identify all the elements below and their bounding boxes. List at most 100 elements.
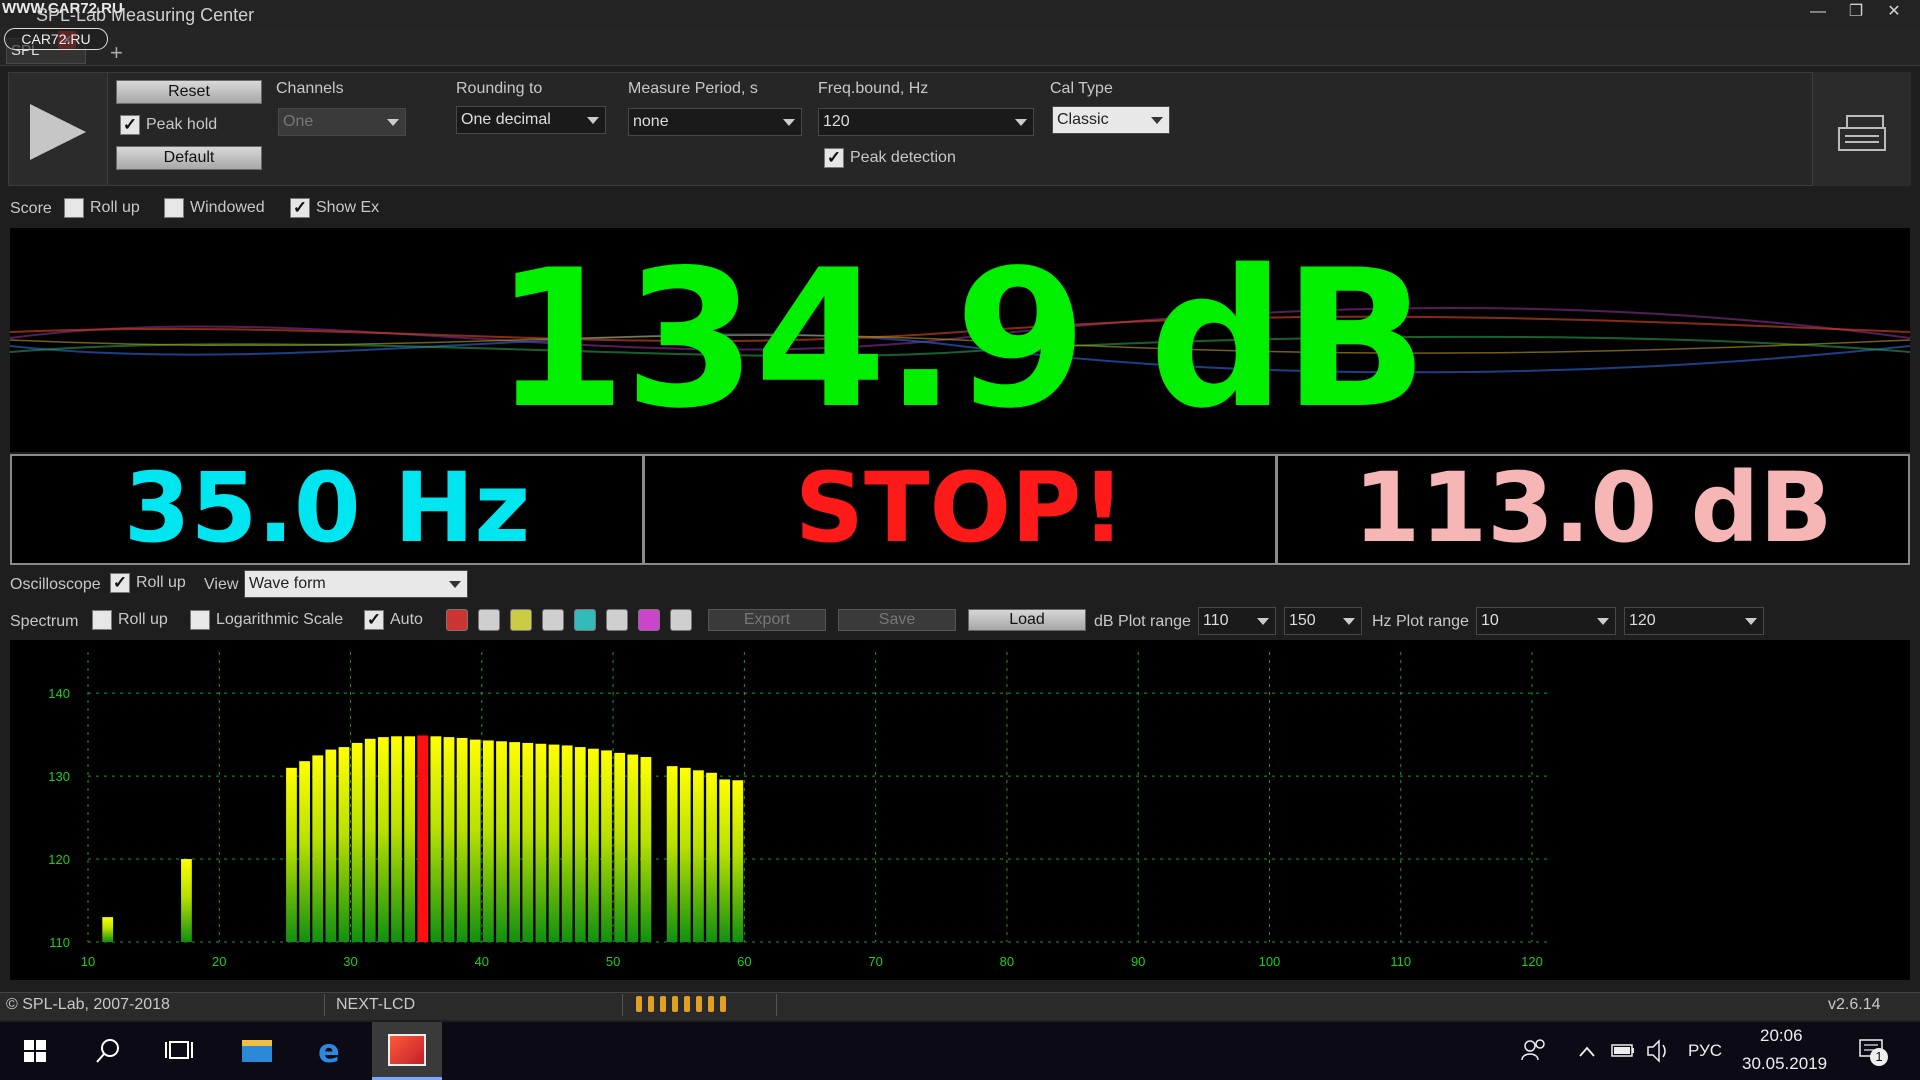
default-button[interactable]: Default [116, 146, 262, 170]
status-divider [622, 994, 623, 1016]
notification-badge: 1 [1870, 1048, 1888, 1066]
show-ex-checkbox[interactable]: ✓ [290, 198, 310, 218]
print-button[interactable] [1812, 72, 1911, 186]
chevron-down-icon [783, 119, 795, 126]
keyboard-language[interactable]: РУС [1688, 1022, 1722, 1080]
view-select[interactable]: Wave form [244, 570, 468, 598]
peak-detection-label: Peak detection [850, 149, 956, 166]
close-button[interactable]: ✕ [1876, 0, 1912, 24]
spectrum-label: Spectrum [10, 613, 79, 630]
level-led [636, 996, 642, 1012]
search-icon[interactable] [78, 1022, 136, 1080]
volume-icon[interactable] [1644, 1022, 1672, 1080]
window-title: SPL-Lab Measuring Center [36, 5, 255, 25]
clock-date[interactable]: 30.05.2019 [1742, 1054, 1827, 1074]
windows-start-icon[interactable] [6, 1022, 64, 1080]
spectrum-bar [286, 767, 297, 942]
log-scale-label: Logarithmic Scale [216, 611, 344, 628]
spectrum-bar [404, 736, 416, 942]
spectrum-bar [706, 772, 717, 942]
windowed-checkbox[interactable]: ✓ [164, 198, 184, 218]
printer-icon[interactable] [1813, 72, 1912, 186]
peak-hold-checkbox[interactable]: ✓ [120, 115, 140, 135]
spectrum-bar [482, 740, 494, 942]
color-swatch-yellow[interactable] [510, 609, 532, 631]
spec-rollup-checkbox[interactable]: ✓ [92, 610, 112, 630]
rounding-label: Rounding to [456, 80, 543, 97]
spectrum-bar [299, 761, 310, 942]
load-button[interactable]: Load [968, 609, 1086, 631]
x-tick-label: 30 [343, 954, 357, 969]
spectrum-bar [693, 770, 704, 942]
channels-select[interactable]: One [278, 108, 406, 136]
chevron-down-icon [587, 117, 599, 124]
export-button[interactable]: Export [708, 609, 826, 631]
x-tick-label: 90 [1131, 954, 1145, 969]
color-swatch-blank[interactable] [606, 609, 628, 631]
spectrum-bar [535, 743, 547, 942]
db-max-select[interactable]: 150 [1284, 607, 1362, 635]
show-ex-label: Show Ex [316, 199, 380, 216]
rounding-select[interactable]: One decimal [456, 106, 606, 134]
restore-button[interactable]: ❐ [1838, 0, 1874, 24]
color-swatch-blank[interactable] [478, 609, 500, 631]
windowed-label: Windowed [190, 199, 265, 216]
osc-rollup-checkbox[interactable]: ✓ [110, 573, 130, 593]
spl-lab-app-icon[interactable] [388, 1034, 426, 1066]
hz-max-select[interactable]: 120 [1624, 607, 1764, 635]
x-tick-label: 80 [1000, 954, 1014, 969]
chevron-up-icon[interactable] [1576, 1022, 1598, 1080]
status-divider [776, 994, 777, 1016]
y-tick-label: 110 [49, 935, 70, 950]
spectrum-bar [364, 738, 376, 942]
spectrum-bar [417, 735, 429, 942]
spectrum-chart: 10 20 30 40 50 60 70 80 90 100 110 120 110 120 130 140 [10, 640, 1910, 980]
y-tick-label: 120 [48, 852, 70, 867]
frequency-value: 35.0 Hz [10, 454, 644, 565]
save-button[interactable]: Save [838, 609, 956, 631]
freq-bound-label: Freq.bound, Hz [818, 80, 929, 97]
x-tick-label: 50 [606, 954, 620, 969]
freq-bound-select[interactable]: 120 [818, 108, 1034, 136]
db-min-select[interactable]: 110 [1198, 607, 1276, 635]
auto-checkbox[interactable]: ✓ [364, 610, 384, 630]
x-tick-label: 10 [81, 954, 95, 969]
spectrum-bar [443, 737, 455, 942]
db-plot-range-label: dB Plot range [1094, 613, 1191, 630]
chevron-down-icon [1745, 618, 1757, 625]
chevron-down-icon [1597, 618, 1609, 625]
x-tick-label: 100 [1259, 954, 1281, 969]
battery-icon[interactable] [1610, 1022, 1636, 1080]
peak-detection-checkbox[interactable]: ✓ [824, 148, 844, 168]
osc-rollup-label: Roll up [136, 574, 186, 591]
color-swatch-blank[interactable] [542, 609, 564, 631]
cal-type-select[interactable]: Classic [1052, 106, 1170, 134]
x-tick-label: 40 [475, 954, 489, 969]
hz-min-select[interactable]: 10 [1476, 607, 1616, 635]
people-icon[interactable] [1518, 1022, 1548, 1080]
log-scale-checkbox[interactable]: ✓ [190, 610, 210, 630]
secondary-spl-value: 113.0 dB [1276, 454, 1910, 565]
minimize-button[interactable]: — [1800, 0, 1836, 24]
level-led [684, 996, 690, 1012]
add-tab-icon[interactable]: + [110, 40, 123, 66]
level-led [696, 996, 702, 1012]
play-icon[interactable] [30, 104, 86, 160]
color-swatch-red[interactable] [446, 609, 468, 631]
measure-period-select[interactable]: none [628, 108, 802, 136]
task-view-icon[interactable] [150, 1022, 208, 1080]
measure-period-label: Measure Period, s [628, 80, 758, 97]
clock-time[interactable]: 20:06 [1760, 1026, 1803, 1046]
device-name: NEXT-LCD [336, 996, 416, 1013]
score-rollup-checkbox[interactable]: ✓ [64, 198, 84, 218]
file-explorer-icon[interactable] [228, 1022, 286, 1080]
edge-browser-icon[interactable]: e [302, 1022, 360, 1080]
color-swatch-blank[interactable] [670, 609, 692, 631]
color-swatch-teal[interactable] [574, 609, 596, 631]
oscilloscope-label: Oscilloscope [10, 576, 101, 593]
reset-button[interactable]: Reset [116, 80, 262, 104]
x-tick-label: 120 [1521, 954, 1543, 969]
level-led [672, 996, 678, 1012]
y-tick-label: 130 [48, 769, 70, 784]
color-swatch-magenta[interactable] [638, 609, 660, 631]
